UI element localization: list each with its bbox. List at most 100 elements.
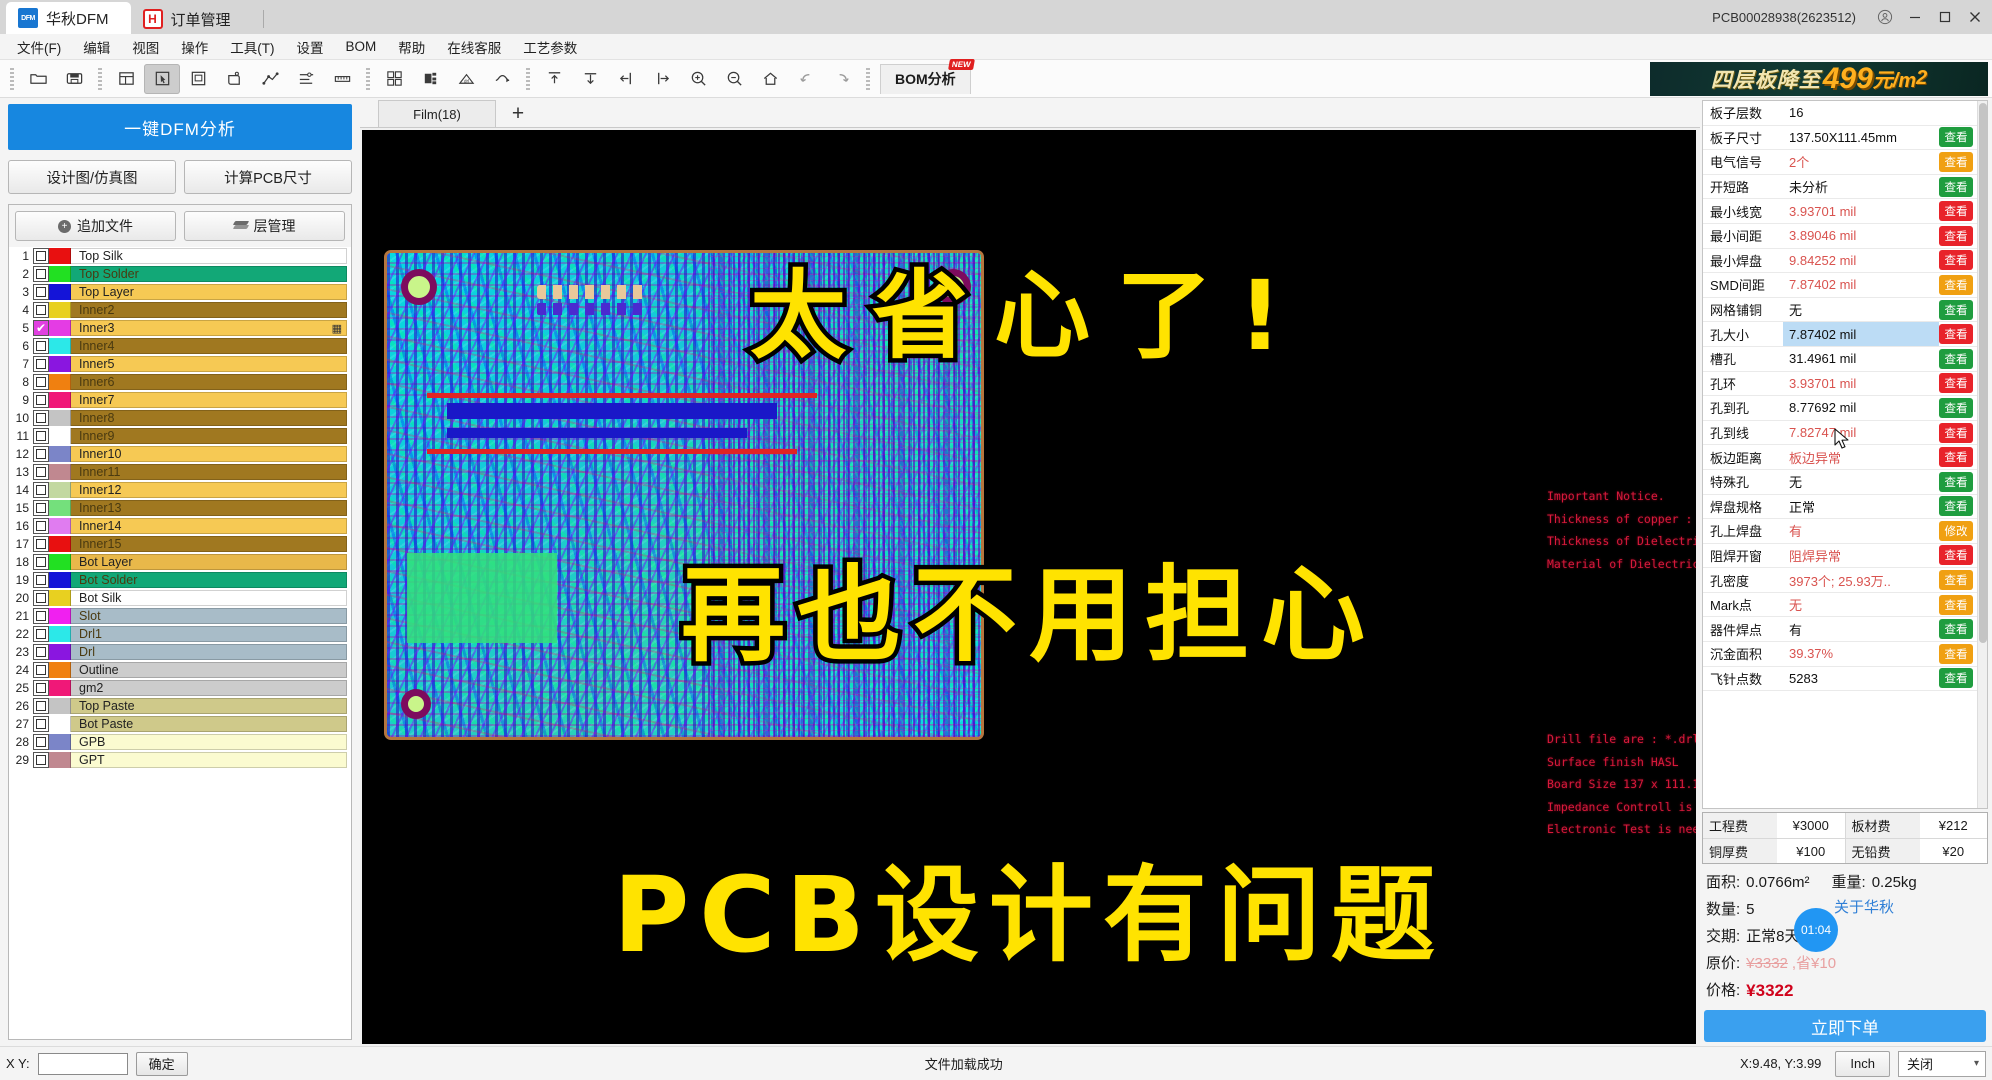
dfm-view-button[interactable]: 修改 [1939,520,1973,541]
dfm-view-button[interactable]: 查看 [1939,299,1973,320]
layer-color-swatch[interactable] [49,680,71,696]
layer-name[interactable]: Bot Silk [71,590,347,606]
dfm-view-button[interactable]: 查看 [1939,274,1973,295]
close-icon[interactable] [1960,4,1990,30]
dfm-result-row[interactable]: 板子尺寸 137.50X111.45mm 查看 [1703,126,1977,151]
layer-name[interactable]: Bot Layer [71,554,347,570]
redo-icon[interactable] [824,64,860,94]
dfm-result-row[interactable]: Mark点 无 查看 [1703,593,1977,618]
dfm-result-row[interactable]: 孔到线 7.82747 mil 查看 [1703,421,1977,446]
menu-item-file[interactable]: 文件(F) [6,34,72,60]
layer-name[interactable]: Inner8 [71,410,347,426]
place-order-button[interactable]: 立即下单 [1704,1010,1986,1042]
layer-name[interactable]: Inner2 [71,302,347,318]
layer-visibility-checkbox[interactable] [33,248,49,264]
menu-item-settings[interactable]: 设置 [286,34,335,60]
measure-path-icon[interactable] [252,64,288,94]
layer-name[interactable]: Inner12 [71,482,347,498]
dfm-results-rows[interactable]: 板子层数 16 板子尺寸 137.50X111.45mm 查看 电气信号 2个 查看 开短路 未分… [1703,101,1977,808]
select-area-icon[interactable] [180,64,216,94]
layer-color-swatch[interactable] [49,734,71,750]
align-left-icon[interactable] [608,64,644,94]
layer-row[interactable]: 10 Inner8 [11,409,347,427]
layer-color-swatch[interactable] [49,302,71,318]
layer-color-swatch[interactable] [49,338,71,354]
layer-visibility-checkbox[interactable] [33,626,49,642]
layer-color-swatch[interactable] [49,320,71,336]
dfm-result-row[interactable]: 网格铺铜 无 查看 [1703,298,1977,323]
dfm-result-row[interactable]: 特殊孔 无 查看 [1703,470,1977,495]
layer-visibility-checkbox[interactable] [33,392,49,408]
grid-snap-select[interactable]: 关闭 [1898,1050,1986,1077]
layer-visibility-checkbox[interactable] [33,500,49,516]
layer-color-swatch[interactable] [49,608,71,624]
panelize-icon[interactable] [376,64,412,94]
layer-color-swatch[interactable] [49,428,71,444]
dfm-result-row[interactable]: 孔环 3.93701 mil 查看 [1703,372,1977,397]
dfm-result-row[interactable]: 飞针点数 5283 查看 [1703,667,1977,692]
layer-visibility-checkbox[interactable] [33,428,49,444]
layer-color-swatch[interactable] [49,554,71,570]
layer-name[interactable]: Inner7 [71,392,347,408]
dfm-result-row[interactable]: 孔大小 7.87402 mil 查看 [1703,322,1977,347]
layer-name[interactable]: Bot Solder [71,572,347,588]
layer-visibility-checkbox[interactable] [33,644,49,660]
layer-color-swatch[interactable] [49,266,71,282]
promo-banner[interactable]: 四层板降至 499 元/m 2 [1650,61,1988,96]
layer-visibility-checkbox[interactable] [33,662,49,678]
dfm-view-button[interactable]: 查看 [1939,570,1973,591]
layer-row[interactable]: 17 Inner15 [11,535,347,553]
zoom-out-icon[interactable] [716,64,752,94]
layer-row[interactable]: 3 Top Layer [11,283,347,301]
layer-row[interactable]: 25 gm2 [11,679,347,697]
dfm-view-button[interactable]: 查看 [1939,201,1973,222]
layer-name[interactable]: gm2 [71,680,347,696]
open-folder-icon[interactable] [20,64,56,94]
add-file-button[interactable]: + 追加文件 [15,211,176,241]
layer-visibility-checkbox[interactable] [33,464,49,480]
dfm-view-button[interactable]: 查看 [1939,643,1973,664]
dfm-result-row[interactable]: 器件焊点 有 查看 [1703,617,1977,643]
layer-name[interactable]: Top Solder [71,266,347,282]
drill-icon[interactable]: drl [448,64,484,94]
net-compare-icon[interactable] [288,64,324,94]
layer-row[interactable]: 16 Inner14 [11,517,347,535]
menu-item-process-params[interactable]: 工艺参数 [512,34,588,60]
bom-analysis-tab[interactable]: BOM分析 NEW [880,58,975,94]
layer-visibility-checkbox[interactable] [33,536,49,552]
layer-name[interactable]: Inner6 [71,374,347,390]
layer-visibility-checkbox[interactable] [33,716,49,732]
layer-name[interactable]: Top Silk [71,248,347,264]
add-film-tab-button[interactable]: + [496,100,540,127]
unit-toggle-button[interactable]: Inch [1835,1050,1890,1077]
layer-color-swatch[interactable] [49,356,71,372]
layer-visibility-checkbox[interactable] [33,482,49,498]
account-icon[interactable] [1870,4,1900,30]
layer-row[interactable]: 15 Inner13 [11,499,347,517]
layer-row[interactable]: 8 Inner6 [11,373,347,391]
align-right-icon[interactable] [644,64,680,94]
layer-visibility-checkbox[interactable] [33,320,49,336]
zoom-in-icon[interactable] [680,64,716,94]
panel-layout-icon[interactable] [108,64,144,94]
layer-visibility-checkbox[interactable] [33,446,49,462]
dfm-view-button[interactable]: 查看 [1939,324,1973,345]
minimize-icon[interactable] [1900,4,1930,30]
layer-row[interactable]: 27 Bot Paste [11,715,347,733]
layer-row[interactable]: 26 Top Paste [11,697,347,715]
flip-icon[interactable] [484,64,520,94]
layer-color-swatch[interactable] [49,248,71,264]
layer-name[interactable]: GPB [71,734,347,750]
layer-row[interactable]: 23 Drl [11,643,347,661]
menu-item-tools[interactable]: 工具(T) [219,34,285,60]
layer-color-swatch[interactable] [49,536,71,552]
layer-name[interactable]: Inner5 [71,356,347,372]
dfm-view-button[interactable]: 查看 [1939,496,1973,517]
dfm-result-row[interactable]: 最小间距 3.89046 mil 查看 [1703,224,1977,249]
menu-item-help[interactable]: 帮助 [387,34,436,60]
select-cursor-icon[interactable] [144,63,180,94]
pcb-canvas[interactable]: Important Notice. Thickness of copper : A… [362,130,1696,1044]
layer-row[interactable]: 21 Slot [11,607,347,625]
dfm-result-row[interactable]: 孔密度 3973个; 25.93万.. 查看 [1703,568,1977,593]
dfm-view-button[interactable]: 查看 [1939,668,1973,689]
